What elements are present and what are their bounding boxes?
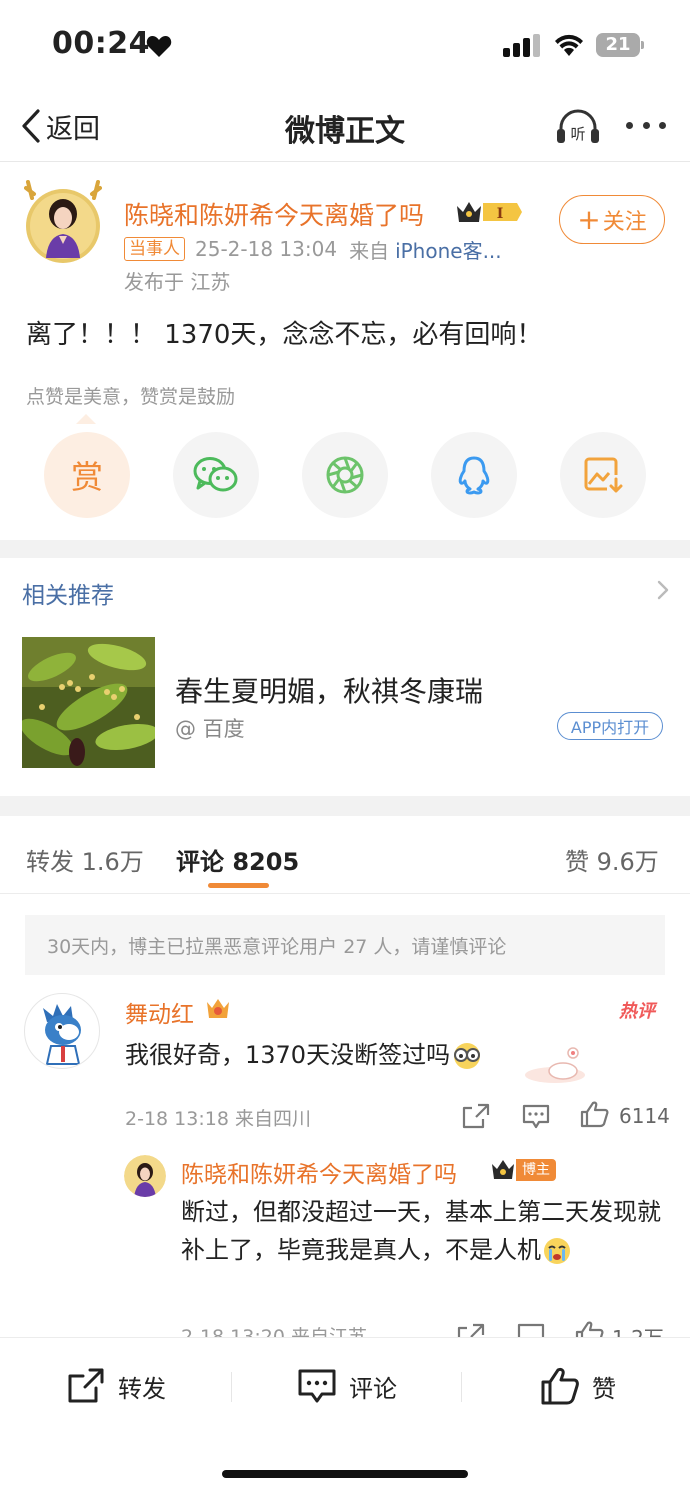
reply-author-avatar[interactable] bbox=[124, 1155, 166, 1197]
comment-bubble-icon bbox=[298, 1369, 336, 1403]
blogger-badge-label: 博主 bbox=[516, 1159, 556, 1181]
plus-icon: + bbox=[577, 202, 601, 236]
section-divider-2 bbox=[0, 796, 690, 816]
reply-text: 断过，但都没超过一天，基本上第二天发现就补上了，毕竟我是真人，不是人机 bbox=[181, 1193, 661, 1269]
reply-text-content: 断过，但都没超过一天，基本上第二天发现就补上了，毕竟我是真人，不是人机 bbox=[181, 1198, 661, 1264]
like-button[interactable]: 赞 bbox=[540, 1366, 616, 1406]
more-options-button[interactable] bbox=[626, 110, 666, 140]
status-bar: 00:24 21 bbox=[0, 0, 690, 92]
chevron-right-icon[interactable] bbox=[656, 579, 670, 601]
hot-comment-badge: 热评 bbox=[619, 1001, 655, 1022]
share-row: 赏 bbox=[0, 432, 690, 518]
repost-button[interactable]: 转发 bbox=[66, 1366, 166, 1406]
author-name[interactable]: 陈晓和陈妍希今天离婚了吗 bbox=[124, 196, 424, 232]
listen-label: 听 bbox=[570, 125, 585, 143]
glasses-emoji-icon bbox=[454, 1043, 481, 1069]
share-wechat-button[interactable] bbox=[173, 432, 259, 518]
recommend-headline[interactable]: 春生夏明媚，秋祺冬康瑞 bbox=[175, 670, 483, 710]
save-image-button[interactable] bbox=[560, 432, 646, 518]
recommend-source: @ 百度 bbox=[175, 717, 245, 741]
weibo-post-page: 00:24 21 返回 微博正文 听 陈晓和陈妍希今天离婚了吗 I + 关注 当… bbox=[0, 0, 690, 1493]
image-download-icon bbox=[584, 457, 623, 493]
commenter-avatar[interactable] bbox=[24, 993, 100, 1069]
active-tab-indicator bbox=[208, 883, 269, 888]
share-moments-button[interactable] bbox=[302, 432, 388, 518]
crown-medal-icon bbox=[207, 999, 229, 1018]
open-in-app-button[interactable]: APP内打开 bbox=[557, 712, 663, 740]
reward-button[interactable]: 赏 bbox=[44, 432, 130, 518]
repost-icon bbox=[68, 1368, 104, 1403]
tabs-divider bbox=[0, 893, 690, 894]
recommend-thumbnail[interactable] bbox=[22, 637, 155, 768]
reward-label: 赏 bbox=[70, 458, 103, 496]
reward-pointer bbox=[76, 414, 96, 424]
blogger-badge: 博主 bbox=[490, 1158, 556, 1182]
tab-comments[interactable]: 评论 8205 bbox=[176, 842, 299, 877]
tab-likes[interactable]: 赞 9.6万 bbox=[565, 842, 659, 877]
comment-text: 我很好奇，1370天没断签过吗 bbox=[125, 1035, 484, 1071]
post-source[interactable]: iPhone客... bbox=[395, 235, 502, 264]
tab-repost[interactable]: 转发 1.6万 bbox=[26, 842, 144, 877]
listen-headphones-icon[interactable]: 听 bbox=[556, 106, 600, 146]
reply-author-name[interactable]: 陈晓和陈妍希今天离婚了吗 bbox=[181, 1155, 457, 1189]
vip-crown-icon: I bbox=[457, 202, 522, 222]
recommend-title[interactable]: 相关推荐 bbox=[22, 576, 114, 610]
crying-emoji-icon bbox=[544, 1238, 570, 1264]
wifi-icon bbox=[555, 34, 583, 56]
follow-label: 关注 bbox=[602, 209, 647, 235]
like-label: 赞 bbox=[592, 1374, 616, 1403]
follow-button[interactable]: + 关注 bbox=[559, 195, 665, 244]
home-indicator[interactable] bbox=[222, 1470, 468, 1478]
nav-bar: 返回 微博正文 听 bbox=[0, 92, 690, 162]
heart-icon bbox=[146, 36, 172, 57]
like-thumb-icon bbox=[541, 1367, 579, 1405]
share-qq-button[interactable] bbox=[431, 432, 517, 518]
author-avatar[interactable] bbox=[24, 178, 102, 264]
repost-label: 转发 bbox=[118, 1374, 166, 1403]
reward-tip: 点赞是美意，赞赏是鼓励 bbox=[26, 386, 236, 408]
comment-label: 评论 bbox=[349, 1374, 397, 1403]
comment-notice: 30天内，博主已拉黑恶意评论用户 27 人，请谨慎评论 bbox=[25, 915, 665, 975]
source-prefix: 来自 bbox=[349, 238, 390, 263]
post-time: 25-2-18 13:04 bbox=[195, 237, 338, 261]
comment-like-count: 6114 bbox=[619, 1104, 670, 1128]
share-icon[interactable] bbox=[461, 1102, 491, 1130]
wechat-icon bbox=[193, 457, 238, 492]
comment-button[interactable]: 评论 bbox=[297, 1366, 397, 1406]
camera-aperture-icon bbox=[326, 456, 364, 494]
bottom-separator bbox=[231, 1372, 232, 1402]
post-text: 离了！！！ 1370天，念念不忘，必有回响！ bbox=[26, 320, 543, 350]
svg-text:I: I bbox=[497, 206, 504, 222]
crown-icon bbox=[492, 1160, 514, 1179]
section-divider bbox=[0, 540, 690, 558]
comment-icon[interactable] bbox=[521, 1103, 551, 1131]
comment-text-content: 我很好奇，1370天没断签过吗 bbox=[125, 1041, 451, 1069]
commenter-name[interactable]: 舞动红 bbox=[125, 995, 194, 1029]
battery-indicator: 21 bbox=[596, 33, 644, 57]
party-tag: 当事人 bbox=[124, 237, 185, 261]
status-time: 00:24 bbox=[52, 26, 150, 61]
bottom-separator-2 bbox=[461, 1372, 462, 1402]
battery-level: 21 bbox=[605, 34, 631, 55]
post-meta: 当事人 25-2-18 13:04 来自 iPhone客... bbox=[124, 235, 502, 264]
post-location: 发布于 江苏 bbox=[124, 270, 231, 294]
comment-meta: 2-18 13:18 来自四川 bbox=[125, 1108, 311, 1130]
signal-icon bbox=[503, 34, 540, 57]
thumbs-up-icon[interactable] bbox=[580, 1100, 610, 1128]
cat-decoration-icon bbox=[525, 1047, 585, 1083]
qq-penguin-icon bbox=[458, 456, 490, 495]
